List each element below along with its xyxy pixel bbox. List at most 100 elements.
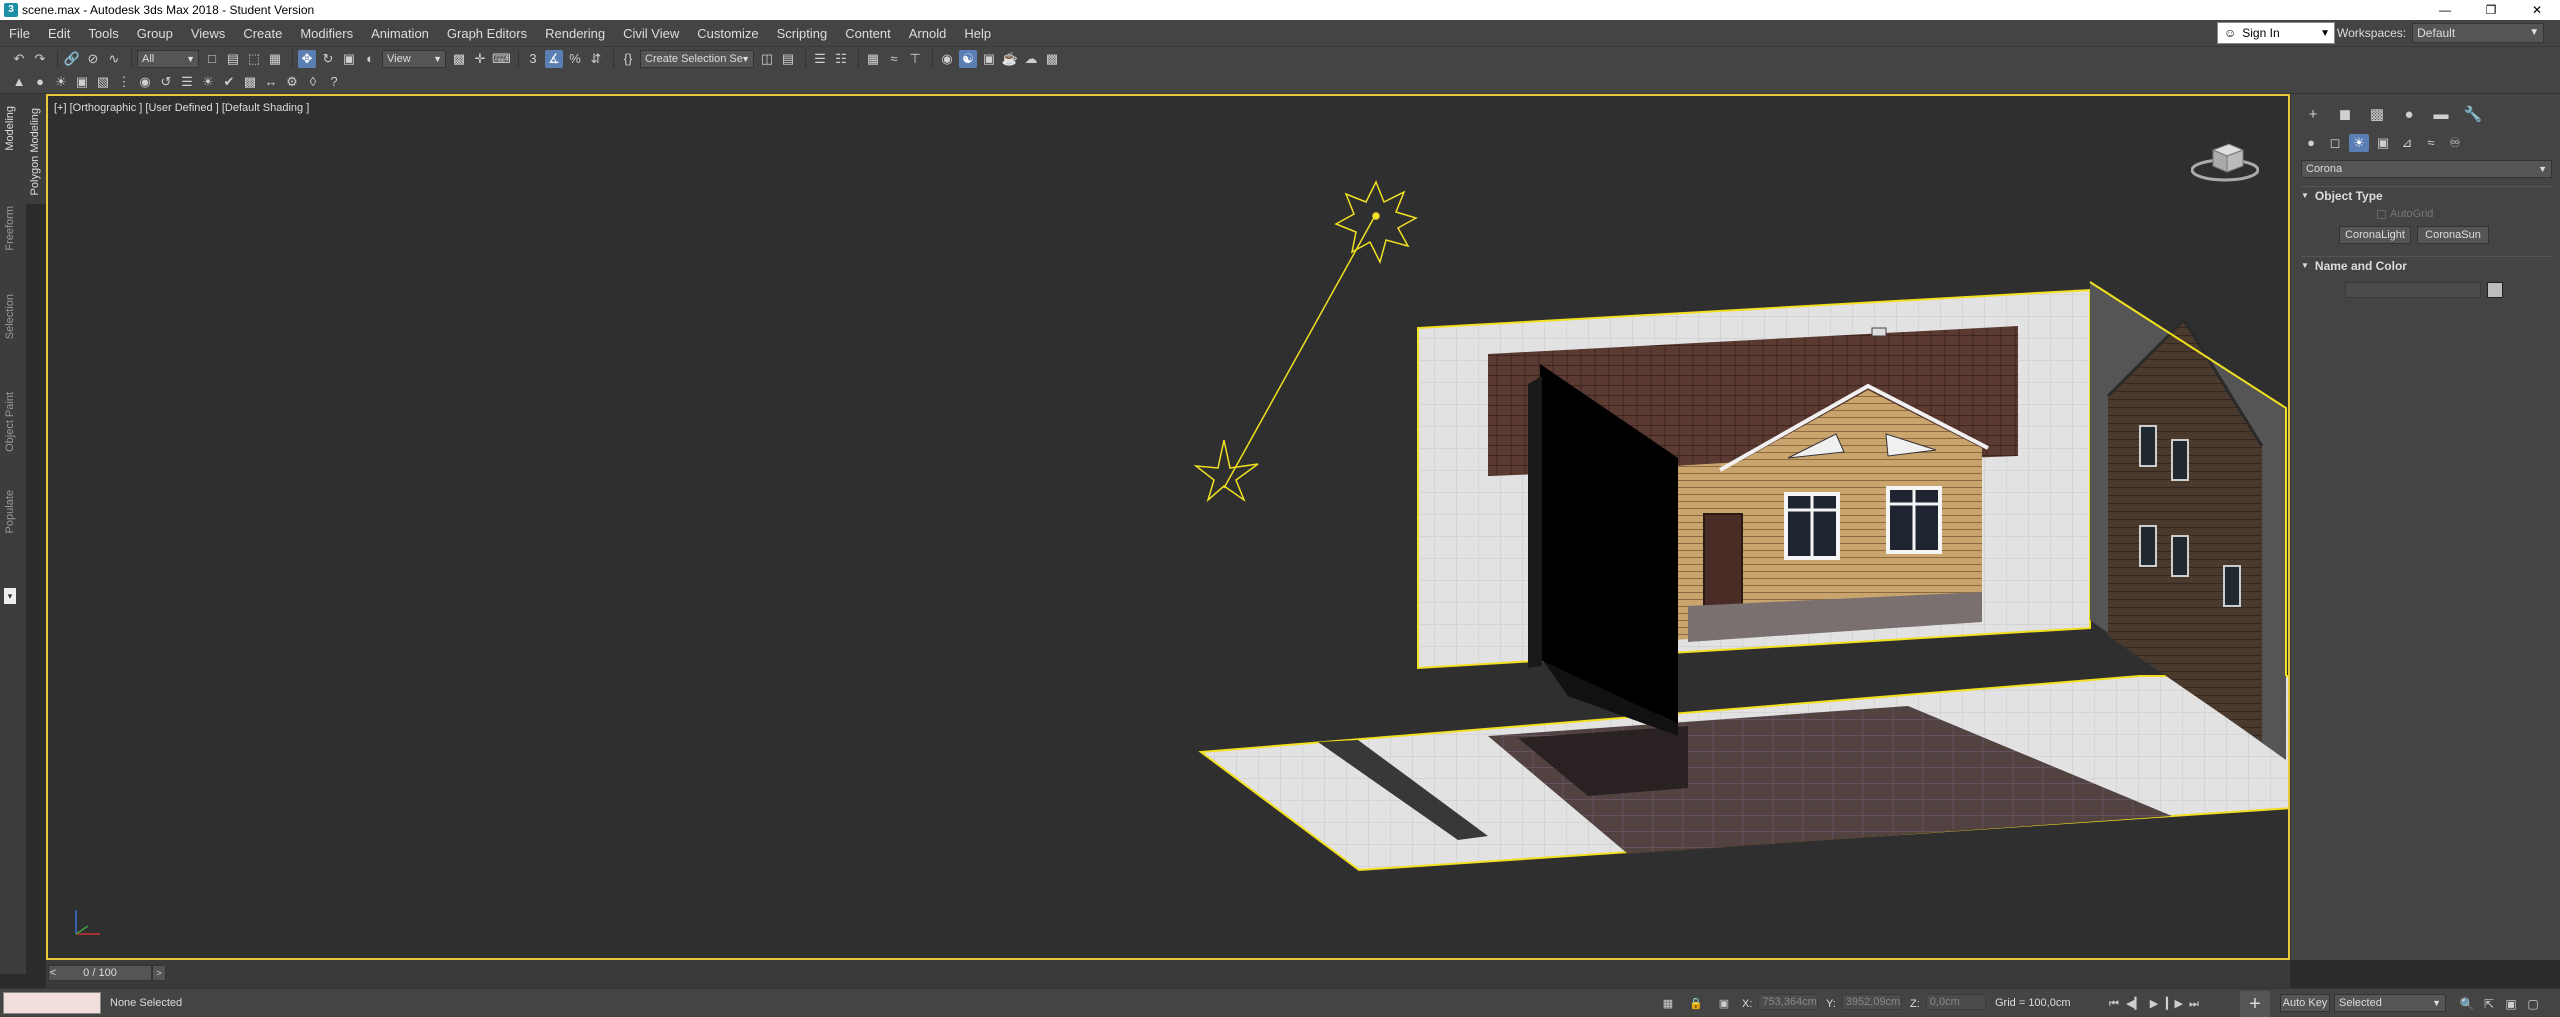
corona-camera-icon[interactable]: ▣	[73, 73, 91, 91]
select-by-name-icon[interactable]: ▤	[224, 50, 242, 68]
cameras-icon[interactable]: ▣	[2373, 134, 2393, 152]
menu-file[interactable]: File	[0, 26, 39, 41]
menu-views[interactable]: Views	[182, 26, 234, 41]
corona-vfb-icon[interactable]: ▩	[241, 73, 259, 91]
viewport-orthographic[interactable]: [+] [Orthographic ] [User Defined ] [Def…	[46, 94, 2290, 960]
zoom-icon[interactable]: 🔍	[2458, 995, 2476, 1013]
menu-rendering[interactable]: Rendering	[536, 26, 614, 41]
utilities-tab-wrench-icon[interactable]: 🔧	[2461, 106, 2485, 124]
go-to-end-icon[interactable]: ⏭	[2186, 995, 2202, 1013]
zoom-all-icon[interactable]: ▣	[2502, 995, 2520, 1013]
select-rotate-icon[interactable]: ↻	[319, 50, 337, 68]
coord-y-input[interactable]: 3952,09cm	[1841, 994, 1902, 1010]
motion-tab-icon[interactable]: ●	[2397, 106, 2421, 124]
menu-animation[interactable]: Animation	[362, 26, 438, 41]
ground-plane[interactable]	[1198, 675, 2288, 872]
snaps-toggle-icon[interactable]: 3	[524, 50, 542, 68]
geometry-icon[interactable]: ●	[2301, 134, 2321, 152]
tab-freeform[interactable]: Freeform	[4, 206, 16, 251]
select-scale-icon[interactable]: ▣	[340, 50, 358, 68]
object-name-input[interactable]	[2345, 282, 2481, 298]
corona-slicer-icon[interactable]: ◊	[304, 73, 322, 91]
autogrid-checkbox[interactable]: AutoGrid	[2377, 208, 2552, 220]
viewcube-icon[interactable]	[2191, 136, 2259, 182]
set-key-plus-icon[interactable]: +	[2240, 991, 2270, 1017]
a360-gallery-icon[interactable]: ▩	[1043, 50, 1061, 68]
menu-help[interactable]: Help	[955, 26, 1000, 41]
selection-lock-icon[interactable]: 🔒	[1688, 995, 1704, 1013]
corona-material-icon[interactable]: ◉	[136, 73, 154, 91]
front-facade-plane[interactable]	[1417, 288, 2091, 670]
previous-key-icon[interactable]: ◀▎	[2126, 995, 2143, 1013]
restore-button[interactable]: ❐	[2468, 0, 2514, 20]
toggle-layer-explorer-icon[interactable]: ☷	[832, 50, 850, 68]
link-icon[interactable]: 🔗	[63, 50, 81, 68]
menu-graph-editors[interactable]: Graph Editors	[438, 26, 536, 41]
corona-lister-icon[interactable]: ☰	[178, 73, 196, 91]
corona-sun-helper[interactable]	[1193, 180, 1418, 503]
systems-icon[interactable]: ♾	[2445, 134, 2465, 152]
go-to-start-icon[interactable]: ⏮	[2106, 995, 2122, 1013]
named-selection-sets-select[interactable]: Create Selection Se ▼	[640, 49, 754, 68]
3ds-max-icon[interactable]: 3	[4, 3, 18, 17]
align-icon[interactable]: ▤	[779, 50, 797, 68]
mirror-icon[interactable]: ◫	[758, 50, 776, 68]
rendered-frame-window-icon[interactable]: ▣	[980, 50, 998, 68]
tab-populate[interactable]: Populate	[4, 490, 16, 533]
corona-sun-icon[interactable]: ☀	[199, 73, 217, 91]
tab-polygon-modeling[interactable]: Polygon Modeling	[29, 108, 41, 195]
object-color-swatch[interactable]	[2487, 282, 2503, 298]
object-type-header[interactable]: ▼ Object Type	[2301, 186, 2552, 204]
tab-object-paint[interactable]: Object Paint	[4, 392, 16, 452]
toggle-scene-explorer-icon[interactable]: ☰	[811, 50, 829, 68]
corona-light-icon[interactable]: ☀	[52, 73, 70, 91]
space-warps-icon[interactable]: ≈	[2421, 134, 2441, 152]
material-editor-icon[interactable]: ◉	[938, 50, 956, 68]
curve-editor-icon[interactable]: ≈	[885, 50, 903, 68]
menu-edit[interactable]: Edit	[39, 26, 79, 41]
menu-tools[interactable]: Tools	[79, 26, 127, 41]
light-type-select[interactable]: Corona ▼	[2301, 160, 2552, 178]
schematic-view-icon[interactable]: ⊤	[906, 50, 924, 68]
close-button[interactable]: ✕	[2514, 0, 2560, 20]
corona-distance-icon[interactable]: ↔	[262, 73, 280, 91]
menu-content[interactable]: Content	[836, 26, 900, 41]
menu-customize[interactable]: Customize	[688, 26, 767, 41]
undo-icon[interactable]: ↶	[10, 50, 28, 68]
corona-light-button[interactable]: CoronaLight	[2339, 226, 2411, 244]
create-tab-plus-icon[interactable]: +	[2301, 106, 2325, 124]
corona-help-icon[interactable]: ?	[325, 73, 343, 91]
time-slider-handle[interactable]: < 0 / 100	[48, 965, 152, 981]
zoom-extents-icon[interactable]: ⇱	[2480, 995, 2498, 1013]
corona-decal-icon[interactable]: ✔	[220, 73, 238, 91]
rectangular-selection-icon[interactable]: ⬚	[245, 50, 263, 68]
corona-sun-button[interactable]: CoronaSun	[2417, 226, 2489, 244]
isolate-selection-icon[interactable]: ▦	[1660, 995, 1676, 1013]
select-move-icon[interactable]: ✥	[298, 49, 316, 68]
previous-frame-button[interactable]: <	[48, 966, 58, 980]
hierarchy-tab-icon[interactable]: ▩	[2365, 106, 2389, 124]
redo-icon[interactable]: ↷	[31, 50, 49, 68]
coord-z-input[interactable]: 0,0cm	[1925, 994, 1986, 1010]
corona-scatter-icon[interactable]: ⋮	[115, 73, 133, 91]
render-setup-icon[interactable]: ☯	[959, 49, 977, 68]
angle-snap-icon[interactable]: ∡	[545, 49, 563, 68]
corona-render-icon[interactable]: ▲	[10, 73, 28, 91]
render-in-cloud-icon[interactable]: ☁	[1022, 50, 1040, 68]
sign-in-dropdown[interactable]: ☺ Sign In ▼	[2217, 22, 2335, 44]
key-filter-select[interactable]: Selected ▼	[2334, 994, 2446, 1012]
toggle-ribbon-icon[interactable]: ▦	[864, 50, 882, 68]
time-slider[interactable]: < 0 / 100 >	[46, 960, 2290, 988]
keyboard-shortcut-override-icon[interactable]: ⌨	[492, 50, 511, 68]
tab-selection[interactable]: Selection	[4, 294, 16, 339]
menu-scripting[interactable]: Scripting	[768, 26, 837, 41]
corona-settings-icon[interactable]: ⚙	[283, 73, 301, 91]
ribbon-toggle-icon[interactable]: ▾	[4, 588, 16, 604]
reference-coordinate-select[interactable]: View ▼	[382, 49, 446, 68]
helpers-icon[interactable]: ⊿	[2397, 134, 2417, 152]
workspaces-select[interactable]: Default ▼	[2412, 23, 2545, 43]
modify-tab-icon[interactable]: ◼	[2333, 106, 2357, 124]
next-key-icon[interactable]: ▎▶	[2166, 995, 2183, 1013]
percent-snap-icon[interactable]: %	[566, 50, 584, 68]
shapes-icon[interactable]: ◻	[2325, 134, 2345, 152]
